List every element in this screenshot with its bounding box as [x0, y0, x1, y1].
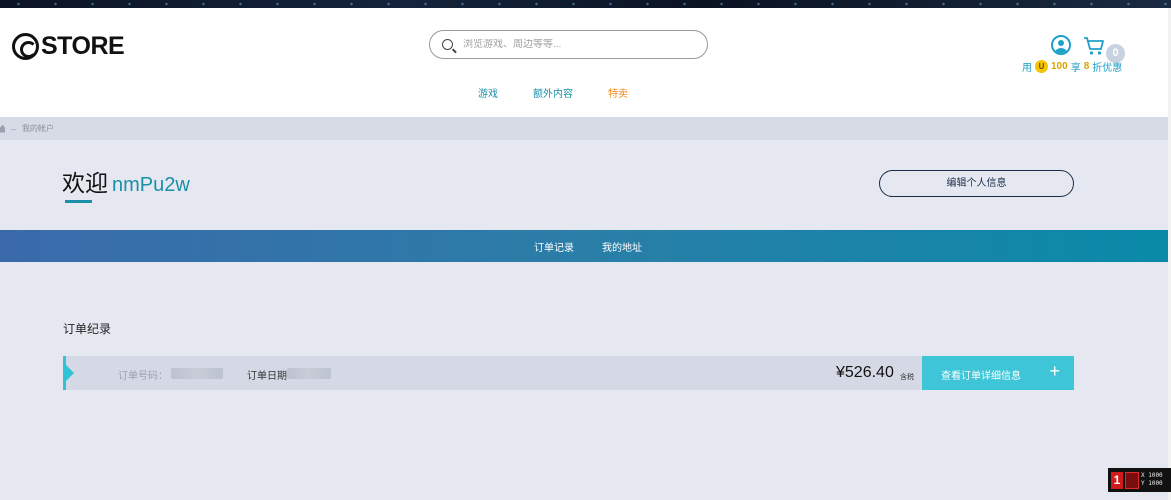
order-row[interactable]: 订单号码： 订单日期 ¥526.40 含税 查看订单详细信息 + — [63, 356, 1074, 390]
expand-arrow-icon[interactable] — [66, 365, 74, 381]
breadcrumb-current: 我的帐户 — [22, 124, 54, 133]
logo-text: STORE — [41, 31, 125, 60]
order-price: ¥526.40 — [836, 364, 894, 381]
search-box[interactable] — [429, 30, 708, 59]
search-icon — [442, 39, 453, 50]
tab-my-addresses[interactable]: 我的地址 — [602, 239, 642, 254]
overlay-line-1: X 1000 — [1141, 472, 1163, 479]
nav-item-games[interactable]: 游戏 — [478, 85, 498, 100]
overlay-widget: 1 X 1000 Y 1000 — [1108, 468, 1171, 492]
cart-icon[interactable] — [1083, 36, 1105, 56]
hand-icon — [1125, 471, 1139, 489]
edit-profile-button[interactable]: 编辑个人信息 — [879, 170, 1074, 197]
promo-prefix: 用 — [1022, 63, 1032, 74]
overlay-badge: 1 — [1111, 471, 1123, 489]
tax-note: 含税 — [900, 374, 914, 381]
order-number-redacted — [171, 368, 223, 379]
order-number-label: 订单号码： — [118, 371, 168, 382]
store-logo[interactable]: STORE — [12, 31, 125, 60]
welcome-text: 欢迎 — [62, 170, 108, 196]
orders-section-title: 订单纪录 — [63, 322, 112, 336]
breadcrumb-separator-icon: → — [9, 124, 17, 133]
promo-text: 用 U 100 享 8 折优惠 — [1022, 59, 1122, 74]
overlay-line-2: Y 1000 — [1141, 480, 1163, 487]
promo-mid: 享 — [1070, 63, 1081, 74]
promo-amount: 100 — [1051, 61, 1068, 72]
title-underline — [65, 200, 92, 203]
page-title: 欢迎 nmPu2w — [62, 164, 190, 198]
nav-item-extra-content[interactable]: 额外内容 — [533, 85, 573, 100]
overlay-coordinates: X 1000 Y 1000 — [1141, 472, 1166, 488]
search-input[interactable] — [463, 39, 683, 50]
ubisoft-swirl-icon — [12, 32, 39, 60]
promo-suffix: 折优惠 — [1092, 63, 1123, 74]
view-order-details-button[interactable]: 查看订单详细信息 + — [922, 356, 1074, 390]
account-icon[interactable] — [1051, 35, 1071, 55]
top-banner-strip — [0, 0, 1171, 8]
order-date-label: 订单日期 — [247, 371, 287, 382]
tab-order-history[interactable]: 订单记录 — [534, 239, 574, 254]
site-header: STORE 游戏 额外内容 特卖 0 用 U 100 享 8 折优惠 — [0, 8, 1168, 117]
nav-item-sale[interactable]: 特卖 — [608, 85, 628, 100]
account-tabs: 订单记录 我的地址 — [0, 230, 1168, 262]
view-order-details-label: 查看订单详细信息 — [941, 371, 1021, 382]
promo-discount: 8 — [1083, 61, 1090, 72]
username: nmPu2w — [112, 174, 190, 196]
order-date-redacted — [287, 368, 331, 379]
main-nav: 游戏 额外内容 特卖 — [478, 85, 628, 100]
ubi-coin-icon: U — [1035, 60, 1048, 73]
plus-icon: + — [1049, 361, 1060, 381]
home-icon[interactable] — [0, 124, 5, 133]
breadcrumb: → 我的帐户 — [0, 117, 1168, 140]
